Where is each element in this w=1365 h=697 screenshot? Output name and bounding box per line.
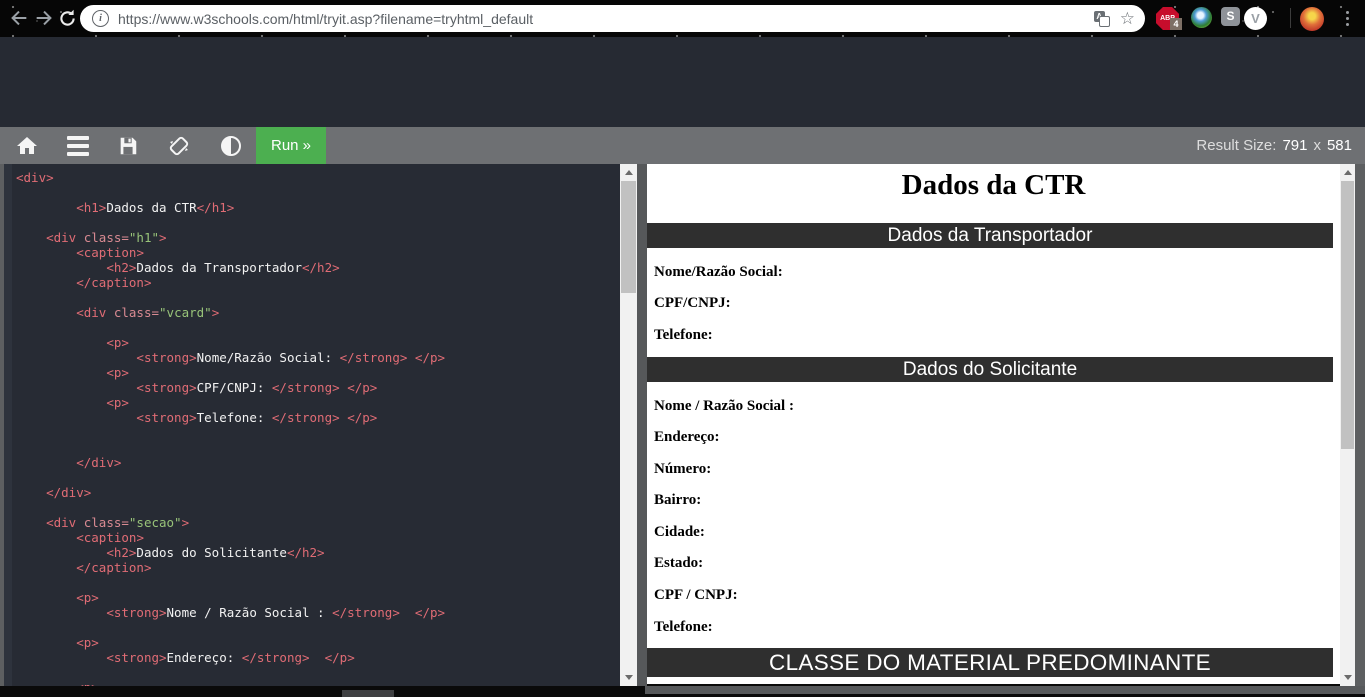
profile-avatar[interactable] bbox=[1300, 7, 1324, 31]
code-editor[interactable]: <div> <h1>Dados da CTR</h1> <div class="… bbox=[4, 164, 620, 686]
back-button[interactable] bbox=[5, 4, 33, 32]
save-button[interactable] bbox=[109, 127, 147, 164]
result-scrollbar[interactable] bbox=[1340, 164, 1355, 686]
page-header-area bbox=[0, 37, 1365, 127]
result-scrollbar-thumb[interactable] bbox=[1341, 181, 1354, 449]
section-header-bar: Dados do Solicitante bbox=[647, 357, 1333, 382]
result-scroll-up-button[interactable] bbox=[1340, 164, 1355, 181]
refresh-button[interactable] bbox=[53, 4, 81, 32]
forward-arrow-icon bbox=[36, 10, 52, 26]
field-label: Endereço: bbox=[654, 429, 720, 445]
result-size-sep: x bbox=[1313, 137, 1321, 154]
arrow-down-icon bbox=[624, 675, 633, 680]
refresh-icon bbox=[59, 9, 75, 26]
url-text[interactable]: https://www.w3schools.com/html/tryit.asp… bbox=[118, 11, 1094, 27]
frame-bottom-border bbox=[645, 686, 1365, 694]
browser-chrome: i https://www.w3schools.com/html/tryit.a… bbox=[0, 0, 1365, 37]
home-icon bbox=[17, 136, 37, 154]
v-extension-icon[interactable]: V bbox=[1244, 7, 1267, 30]
hamburger-icon bbox=[67, 135, 89, 156]
result-size-height: 581 bbox=[1326, 137, 1352, 154]
back-arrow-icon bbox=[11, 10, 27, 26]
result-panel: Dados da CTR Dados da Transportador Nome… bbox=[647, 164, 1340, 684]
tryit-toolbar: Run » Result Size: 791 x 581 bbox=[0, 127, 1365, 164]
result-scroll-down-button[interactable] bbox=[1340, 669, 1355, 686]
field-label: Bairro: bbox=[654, 492, 702, 508]
menu-button[interactable] bbox=[59, 127, 97, 164]
result-title: Dados da CTR bbox=[901, 169, 1086, 201]
rotate-device-icon bbox=[169, 136, 189, 155]
editor-scrollbar[interactable] bbox=[620, 164, 637, 686]
arrow-up-icon bbox=[624, 170, 633, 175]
result-size-label: Result Size: bbox=[1196, 137, 1277, 154]
chrome-separator bbox=[1290, 8, 1291, 28]
s-extension-icon[interactable]: S bbox=[1221, 7, 1240, 26]
page-info-icon[interactable]: i bbox=[92, 10, 109, 27]
field-label: CPF / CNPJ: bbox=[654, 587, 738, 603]
editor-scroll-down-button[interactable] bbox=[620, 669, 637, 686]
field-label: Estado: bbox=[654, 555, 704, 571]
right-frame bbox=[1355, 164, 1365, 686]
editor-scroll-up-button[interactable] bbox=[620, 164, 637, 181]
panel-divider[interactable] bbox=[637, 164, 647, 686]
bottom-strip bbox=[0, 686, 1365, 697]
taskbar-blip bbox=[342, 690, 394, 697]
arrow-up-icon bbox=[1343, 170, 1352, 175]
field-label: Telefone: bbox=[654, 619, 713, 635]
field-label: Nome / Razão Social : bbox=[654, 398, 794, 414]
field-label: CPF/CNPJ: bbox=[654, 295, 731, 311]
field-label: Cidade: bbox=[654, 524, 705, 540]
editor-gutter bbox=[4, 164, 12, 686]
orientation-button[interactable] bbox=[160, 127, 198, 164]
section-header-bar: CLASSE DO MATERIAL PREDOMINANTE bbox=[647, 648, 1333, 677]
tryit-main: <div> <h1>Dados da CTR</h1> <div class="… bbox=[0, 164, 1365, 686]
field-label: Número: bbox=[654, 461, 712, 477]
arrow-down-icon bbox=[1343, 675, 1352, 680]
contrast-button[interactable] bbox=[212, 127, 250, 164]
run-button[interactable]: Run » bbox=[256, 127, 326, 164]
screen: i https://www.w3schools.com/html/tryit.a… bbox=[0, 0, 1365, 697]
bookmark-star-icon[interactable]: ☆ bbox=[1120, 10, 1135, 27]
result-size: Result Size: 791 x 581 bbox=[1196, 127, 1352, 164]
contrast-icon bbox=[221, 135, 241, 156]
adblock-badge: 4 bbox=[1170, 18, 1182, 30]
translate-icon[interactable]: A bbox=[1093, 10, 1110, 27]
field-label: Telefone: bbox=[654, 327, 713, 343]
download-manager-extension-icon[interactable] bbox=[1191, 7, 1212, 28]
field-label: Nome/Razão Social: bbox=[654, 264, 783, 280]
result-size-width: 791 bbox=[1282, 137, 1308, 154]
address-bar[interactable]: i https://www.w3schools.com/html/tryit.a… bbox=[80, 5, 1145, 32]
editor-scrollbar-thumb[interactable] bbox=[621, 181, 636, 293]
section-header-bar: Dados da Transportador bbox=[647, 223, 1333, 248]
chrome-menu-button[interactable] bbox=[1340, 7, 1354, 30]
home-button[interactable] bbox=[8, 127, 46, 164]
save-icon bbox=[120, 137, 137, 154]
code-text[interactable]: <div> <h1>Dados da CTR</h1> <div class="… bbox=[4, 164, 620, 686]
